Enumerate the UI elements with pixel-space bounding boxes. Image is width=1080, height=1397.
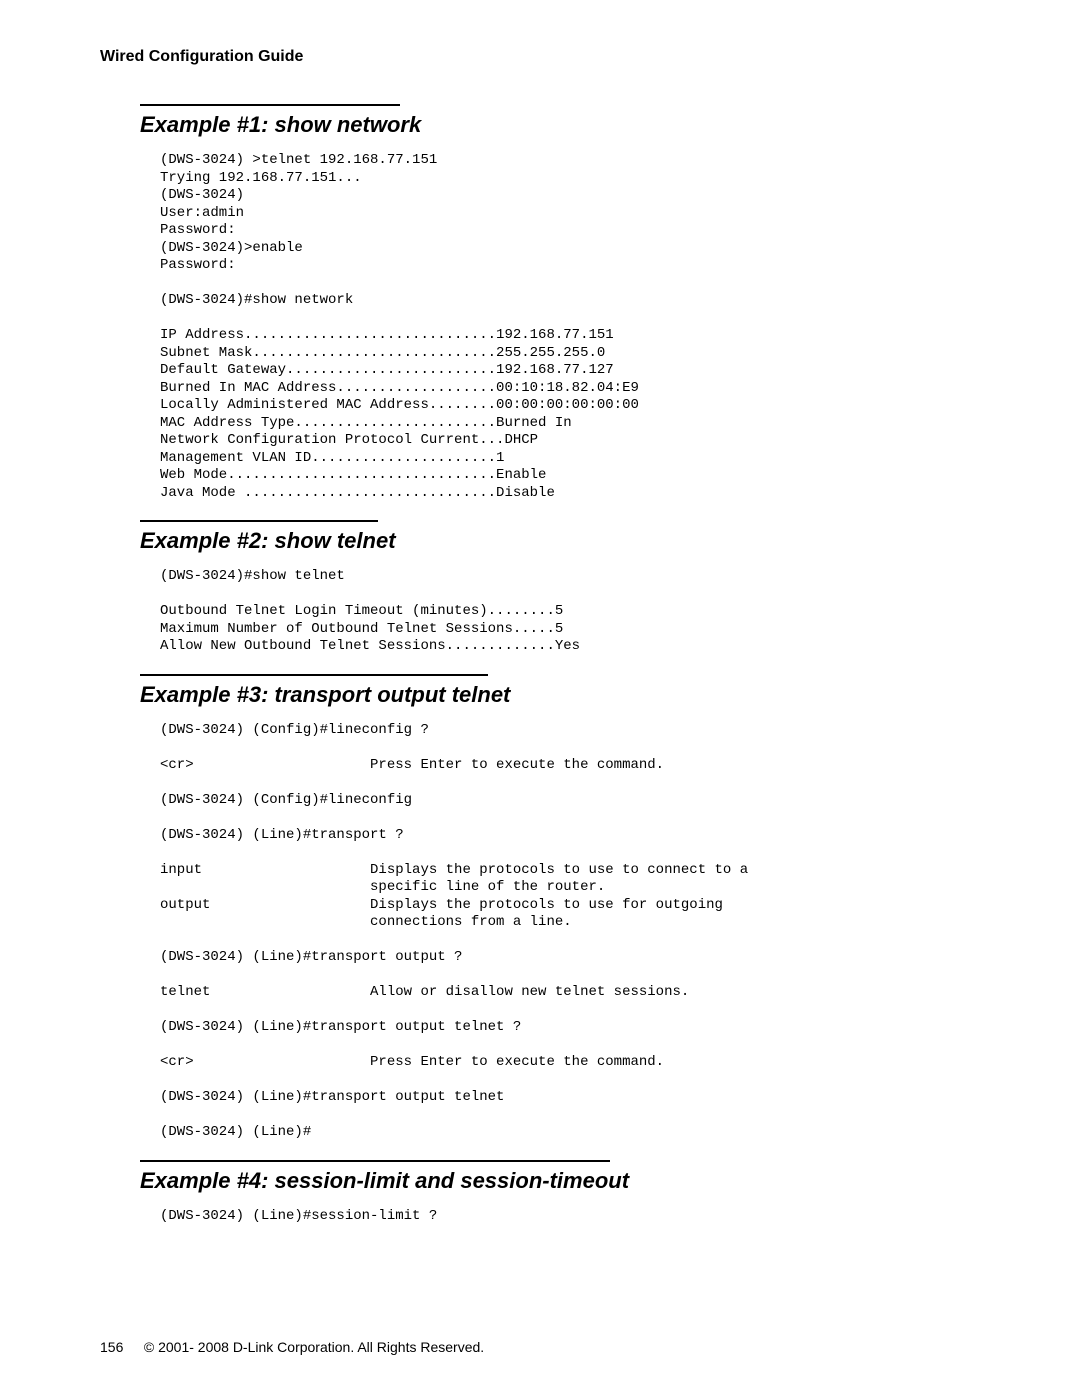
copyright-text: © 2001- 2008 D-Link Corporation. All Rig… (144, 1339, 484, 1355)
code-block-4: (DWS-3024) (Line)#session-limit ? (160, 1208, 980, 1226)
page-footer: 156 © 2001- 2008 D-Link Corporation. All… (100, 1339, 484, 1355)
section-example-3: Example #3: transport output telnet (140, 674, 980, 708)
section-rule (140, 1160, 610, 1162)
code-block-3: (DWS-3024) (Config)#lineconfig ? <cr> Pr… (160, 722, 980, 1142)
page-number: 156 (100, 1339, 140, 1355)
code-block-1: (DWS-3024) >telnet 192.168.77.151 Trying… (160, 152, 980, 502)
page: Wired Configuration Guide Example #1: sh… (0, 0, 1080, 1397)
section-example-4: Example #4: session-limit and session-ti… (140, 1160, 980, 1194)
section-heading: Example #4: session-limit and session-ti… (140, 1168, 980, 1194)
section-example-2: Example #2: show telnet (140, 520, 980, 554)
section-heading: Example #1: show network (140, 112, 980, 138)
section-heading: Example #3: transport output telnet (140, 682, 980, 708)
section-rule (140, 520, 378, 522)
section-example-1: Example #1: show network (140, 104, 980, 138)
code-block-2: (DWS-3024)#show telnet Outbound Telnet L… (160, 568, 980, 656)
section-heading: Example #2: show telnet (140, 528, 980, 554)
section-rule (140, 104, 400, 106)
running-header: Wired Configuration Guide (100, 48, 980, 66)
section-rule (140, 674, 488, 676)
